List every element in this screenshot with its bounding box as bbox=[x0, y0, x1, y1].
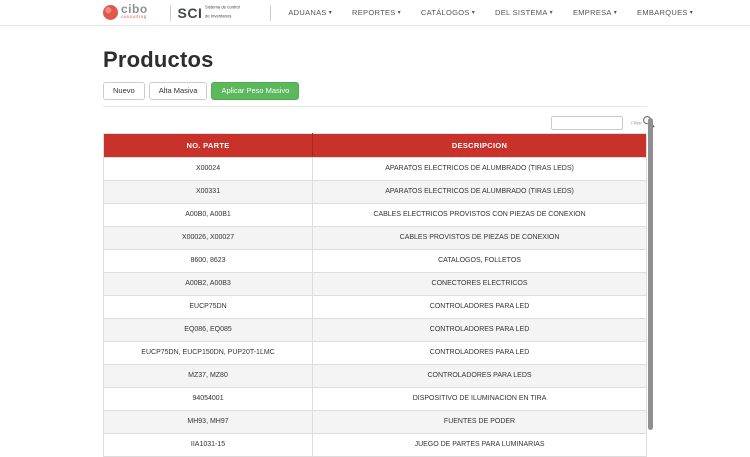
chevron-down-icon: ▾ bbox=[614, 9, 617, 16]
cell-no-parte: EQ086, EQ085 bbox=[104, 318, 313, 341]
table-row[interactable]: 8600, 8623CATALOGOS, FOLLETOS bbox=[104, 249, 647, 272]
cibo-logo-icon bbox=[103, 5, 118, 20]
cell-descripcion: CONTROLADORES PARA LED bbox=[313, 318, 647, 341]
nav-item-catalogos[interactable]: CATÁLOGOS▾ bbox=[421, 8, 475, 17]
app-subtitle-line2: de Inventarios bbox=[205, 14, 240, 19]
chevron-down-icon: ▾ bbox=[472, 9, 475, 16]
cell-descripcion: JUEGO DE PARTES PARA LUMINARIAS bbox=[313, 433, 647, 456]
nav-item-del-sistema[interactable]: DEL SISTEMA▾ bbox=[495, 8, 553, 17]
logo-divider bbox=[170, 5, 171, 21]
vertical-scrollbar[interactable] bbox=[648, 118, 653, 430]
brand-subtitle: consulting bbox=[121, 15, 147, 19]
toolbar: Nuevo Alta Masiva Aplicar Peso Masivo bbox=[103, 82, 647, 100]
cell-descripcion: CABLES ELECTRICOS PROVISTOS CON PIEZAS D… bbox=[313, 203, 647, 226]
cell-descripcion: APARATOS ELECTRICOS DE ALUMBRADO (TIRAS … bbox=[313, 180, 647, 203]
table-row[interactable]: A00B0, A00B1CABLES ELECTRICOS PROVISTOS … bbox=[104, 203, 647, 226]
cell-no-parte: 94054001 bbox=[104, 387, 313, 410]
main-nav: ADUANAS▾ REPORTES▾ CATÁLOGOS▾ DEL SISTEM… bbox=[288, 8, 713, 17]
page-title: Productos bbox=[103, 47, 647, 73]
filter-input[interactable] bbox=[551, 116, 623, 130]
table-row[interactable]: EQ086, EQ085CONTROLADORES PARA LED bbox=[104, 318, 647, 341]
column-header-no-parte: NO. PARTE bbox=[104, 133, 313, 157]
search-row: Filtrar bbox=[103, 116, 647, 131]
cell-no-parte: EUCP75DN, EUCP150DN, PUP20T-1LMC bbox=[104, 341, 313, 364]
nav-item-aduanas[interactable]: ADUANAS▾ bbox=[288, 8, 332, 17]
table-row[interactable]: IIA1031-15JUEGO DE PARTES PARA LUMINARIA… bbox=[104, 433, 647, 456]
filter-label: Filtrar bbox=[631, 121, 642, 125]
cell-descripcion: CONTROLADORES PARA LED bbox=[313, 295, 647, 318]
cell-descripcion: DISPOSITIVO DE ILUMINACION EN TIRA bbox=[313, 387, 647, 410]
nav-item-embarques[interactable]: EMBARQUES▾ bbox=[637, 8, 693, 17]
cell-descripcion: CATALOGOS, FOLLETOS bbox=[313, 249, 647, 272]
cell-descripcion: APARATOS ELECTRICOS DE ALUMBRADO (TIRAS … bbox=[313, 157, 647, 180]
cell-no-parte: A00B0, A00B1 bbox=[104, 203, 313, 226]
app-name: SCI bbox=[178, 5, 203, 21]
app-logo: SCI Sistema de control de Inventarios bbox=[178, 4, 264, 20]
table-row[interactable]: A00B2, A00B3CONECTORES ELECTRICOS bbox=[104, 272, 647, 295]
table-body: X00024APARATOS ELECTRICOS DE ALUMBRADO (… bbox=[104, 157, 647, 456]
nuevo-button[interactable]: Nuevo bbox=[103, 82, 145, 100]
alta-masiva-button[interactable]: Alta Masiva bbox=[149, 82, 208, 100]
table-row[interactable]: X00331APARATOS ELECTRICOS DE ALUMBRADO (… bbox=[104, 180, 647, 203]
productos-table: NO. PARTE DESCRIPCION X00024APARATOS ELE… bbox=[103, 133, 647, 457]
cell-no-parte: A00B2, A00B3 bbox=[104, 272, 313, 295]
app-subtitle-line1: Sistema de control bbox=[205, 6, 240, 11]
chevron-down-icon: ▾ bbox=[690, 9, 693, 16]
navbar: cibo consulting SCI Sistema de control d… bbox=[0, 0, 750, 26]
table-row[interactable]: EUCP75DN, EUCP150DN, PUP20T-1LMCCONTROLA… bbox=[104, 341, 647, 364]
cell-no-parte: X00024 bbox=[104, 157, 313, 180]
nav-item-empresa[interactable]: EMPRESA▾ bbox=[573, 8, 617, 17]
cell-descripcion: CONTROLADORES PARA LED bbox=[313, 341, 647, 364]
cell-no-parte: X00026, X00027 bbox=[104, 226, 313, 249]
nav-divider bbox=[270, 5, 271, 21]
brand-name: cibo bbox=[121, 3, 163, 15]
main-content: Productos Nuevo Alta Masiva Aplicar Peso… bbox=[103, 47, 647, 457]
table-header-row: NO. PARTE DESCRIPCION bbox=[104, 133, 647, 157]
table-row[interactable]: 94054001DISPOSITIVO DE ILUMINACION EN TI… bbox=[104, 387, 647, 410]
column-header-descripcion: DESCRIPCION bbox=[313, 133, 647, 157]
cell-no-parte: 8600, 8623 bbox=[104, 249, 313, 272]
aplicar-peso-masivo-button[interactable]: Aplicar Peso Masivo bbox=[211, 82, 299, 100]
cell-no-parte: IIA1031-15 bbox=[104, 433, 313, 456]
table-row[interactable]: X00026, X00027CABLES PROVISTOS DE PIEZAS… bbox=[104, 226, 647, 249]
cell-descripcion: CONTROLADORES PARA LEDS bbox=[313, 364, 647, 387]
cell-no-parte: X00331 bbox=[104, 180, 313, 203]
cell-no-parte: EUCP75DN bbox=[104, 295, 313, 318]
chevron-down-icon: ▾ bbox=[550, 9, 553, 16]
table-row[interactable]: EUCP75DNCONTROLADORES PARA LED bbox=[104, 295, 647, 318]
nav-item-reportes[interactable]: REPORTES▾ bbox=[352, 8, 401, 17]
cell-descripcion: CABLES PROVISTOS DE PIEZAS DE CONEXION bbox=[313, 226, 647, 249]
chevron-down-icon: ▾ bbox=[398, 9, 401, 16]
table-row[interactable]: X00024APARATOS ELECTRICOS DE ALUMBRADO (… bbox=[104, 157, 647, 180]
panel-divider bbox=[103, 106, 647, 107]
chevron-down-icon: ▾ bbox=[329, 9, 332, 16]
table-row[interactable]: MZ37, MZ80CONTROLADORES PARA LEDS bbox=[104, 364, 647, 387]
logo: cibo consulting bbox=[103, 3, 163, 22]
cell-descripcion: CONECTORES ELECTRICOS bbox=[313, 272, 647, 295]
cell-no-parte: MZ37, MZ80 bbox=[104, 364, 313, 387]
